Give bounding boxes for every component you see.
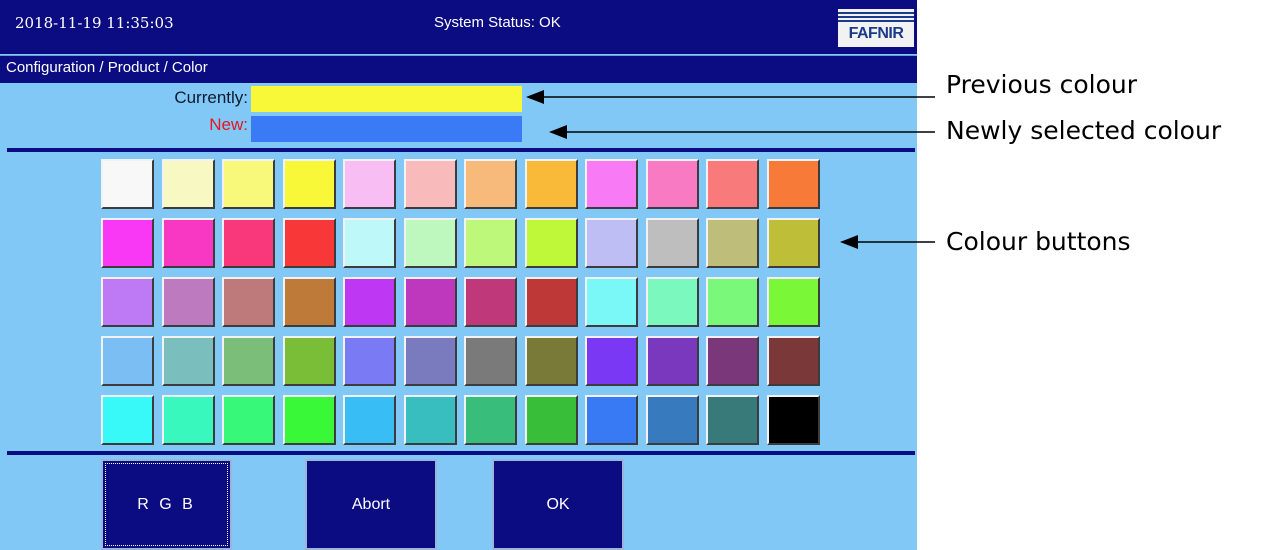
arrow-new-head	[549, 125, 567, 139]
annotation-colour-buttons: Colour buttons	[946, 227, 1131, 256]
arrow-previous-head	[526, 90, 544, 104]
annotation-newly-selected-colour: Newly selected colour	[946, 116, 1222, 145]
annotation-previous-colour: Previous colour	[946, 70, 1138, 99]
arrow-buttons-head	[840, 235, 858, 249]
